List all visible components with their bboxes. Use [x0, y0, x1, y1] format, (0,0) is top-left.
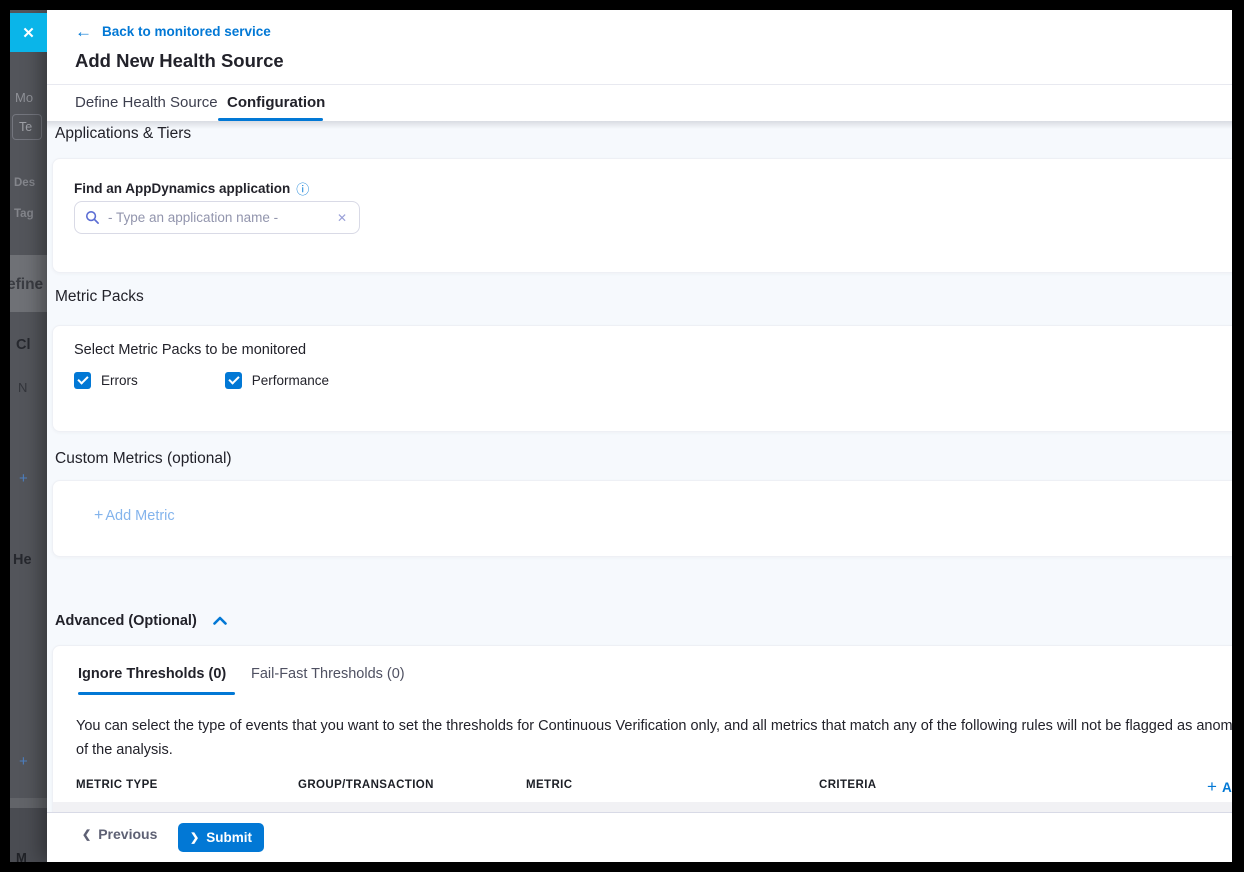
- add-metric-button[interactable]: + Add Metric: [94, 507, 175, 525]
- backdrop-text-fragment: He: [13, 552, 32, 568]
- metric-packs-options: Errors Performance: [74, 372, 329, 389]
- tab-define-health-source[interactable]: Define Health Source: [75, 94, 218, 111]
- backdrop-light-band-2: [10, 798, 47, 808]
- custom-metrics-card: + Add Metric: [52, 480, 1232, 557]
- thresholds-description-line1: You can select the type of events that y…: [76, 714, 1232, 738]
- add-metric-label: Add Metric: [105, 508, 174, 524]
- applications-tiers-card: Find an AppDynamics application ⓘ ✕: [52, 158, 1232, 273]
- back-arrow-icon: ←: [75, 23, 92, 40]
- tab-configuration[interactable]: Configuration: [227, 94, 325, 111]
- thresholds-description: You can select the type of events that y…: [76, 714, 1232, 762]
- add-health-source-panel: ← Back to monitored service Add New Heal…: [47, 10, 1232, 862]
- previous-button[interactable]: ❮ Previous: [82, 826, 157, 842]
- search-icon: [85, 210, 100, 225]
- page-title: Add New Health Source: [75, 50, 284, 72]
- advanced-title-text: Advanced (Optional): [55, 613, 197, 629]
- section-title-custom-metrics: Custom Metrics (optional): [55, 450, 232, 468]
- backdrop-text-fragment: Cl: [16, 337, 31, 353]
- backdrop-text-fragment: Te: [19, 120, 32, 134]
- chevron-right-icon: ❯: [190, 831, 199, 844]
- wizard-tabbar: Define Health Source Configuration: [47, 85, 1232, 121]
- close-button[interactable]: ✕: [10, 13, 47, 52]
- checkbox-errors[interactable]: Errors: [74, 372, 138, 389]
- checkbox-label: Errors: [101, 373, 138, 388]
- submit-button[interactable]: ❯ Submit: [178, 823, 264, 852]
- clear-icon[interactable]: ✕: [337, 211, 349, 225]
- backdrop-text-fragment: N: [18, 380, 27, 395]
- tab-fail-fast-thresholds[interactable]: Fail-Fast Thresholds (0): [251, 666, 405, 682]
- chevron-up-icon[interactable]: [213, 613, 227, 629]
- close-icon: ✕: [22, 24, 35, 42]
- plus-icon: +: [1207, 777, 1217, 797]
- backdrop-plus-icon: +: [19, 470, 28, 487]
- previous-label: Previous: [98, 826, 157, 842]
- checkbox-checked-icon: [225, 372, 242, 389]
- column-header-group-transaction: GROUP/TRANSACTION: [298, 779, 434, 791]
- section-title-metric-packs: Metric Packs: [55, 288, 144, 306]
- metric-packs-card: Select Metric Packs to be monitored Erro…: [52, 325, 1232, 432]
- backdrop-text-fragment: Mo: [15, 90, 33, 105]
- tabbar-shadow: [47, 121, 1232, 129]
- active-tab-underline: [218, 118, 323, 121]
- checkbox-checked-icon: [74, 372, 91, 389]
- find-application-label-text: Find an AppDynamics application: [74, 181, 290, 196]
- checkbox-performance[interactable]: Performance: [225, 372, 329, 389]
- plus-icon: +: [94, 507, 103, 525]
- checkbox-label: Performance: [252, 373, 329, 388]
- advanced-section-toggle[interactable]: Advanced (Optional): [55, 613, 227, 629]
- screen-frame: Mo Te Des Tag efine Cl N + He + M ✕ ← Ba…: [10, 10, 1232, 862]
- backdrop-text-fragment: Des: [14, 177, 35, 189]
- modal-backdrop[interactable]: Mo Te Des Tag efine Cl N + He + M: [10, 10, 47, 862]
- back-to-monitored-service-link[interactable]: ← Back to monitored service: [75, 23, 271, 40]
- add-threshold-label: Add Threshold: [1222, 780, 1232, 795]
- backdrop-text-fragment: Tag: [14, 208, 34, 220]
- thresholds-table-header: METRIC TYPE GROUP/TRANSACTION METRIC CRI…: [53, 779, 1232, 799]
- panel-header: ← Back to monitored service Add New Heal…: [47, 10, 1232, 84]
- add-threshold-button[interactable]: + Add Threshold: [1207, 777, 1232, 797]
- find-application-label: Find an AppDynamics application ⓘ: [74, 179, 309, 198]
- thresholds-description-line2: of the analysis.: [76, 738, 1232, 762]
- submit-label: Submit: [206, 830, 252, 845]
- application-search-input[interactable]: [108, 210, 329, 225]
- column-header-metric-type: METRIC TYPE: [76, 779, 158, 791]
- backdrop-text-fragment: M: [16, 850, 27, 862]
- active-inner-tab-underline: [78, 692, 235, 695]
- chevron-left-icon: ❮: [82, 828, 91, 841]
- info-icon[interactable]: ⓘ: [296, 179, 309, 198]
- column-header-metric: METRIC: [526, 779, 572, 791]
- advanced-thresholds-card: Ignore Thresholds (0) Fail-Fast Threshol…: [52, 645, 1232, 812]
- backdrop-text-fragment: efine: [10, 276, 43, 294]
- metric-packs-subtitle: Select Metric Packs to be monitored: [74, 342, 306, 358]
- tab-ignore-thresholds[interactable]: Ignore Thresholds (0): [78, 666, 226, 682]
- application-search-box[interactable]: ✕: [74, 201, 360, 234]
- column-header-criteria: CRITERIA: [819, 779, 877, 791]
- back-link-label: Back to monitored service: [102, 24, 271, 39]
- panel-footer: ❮ Previous ❯ Submit: [47, 812, 1232, 862]
- backdrop-plus-icon: +: [19, 753, 28, 770]
